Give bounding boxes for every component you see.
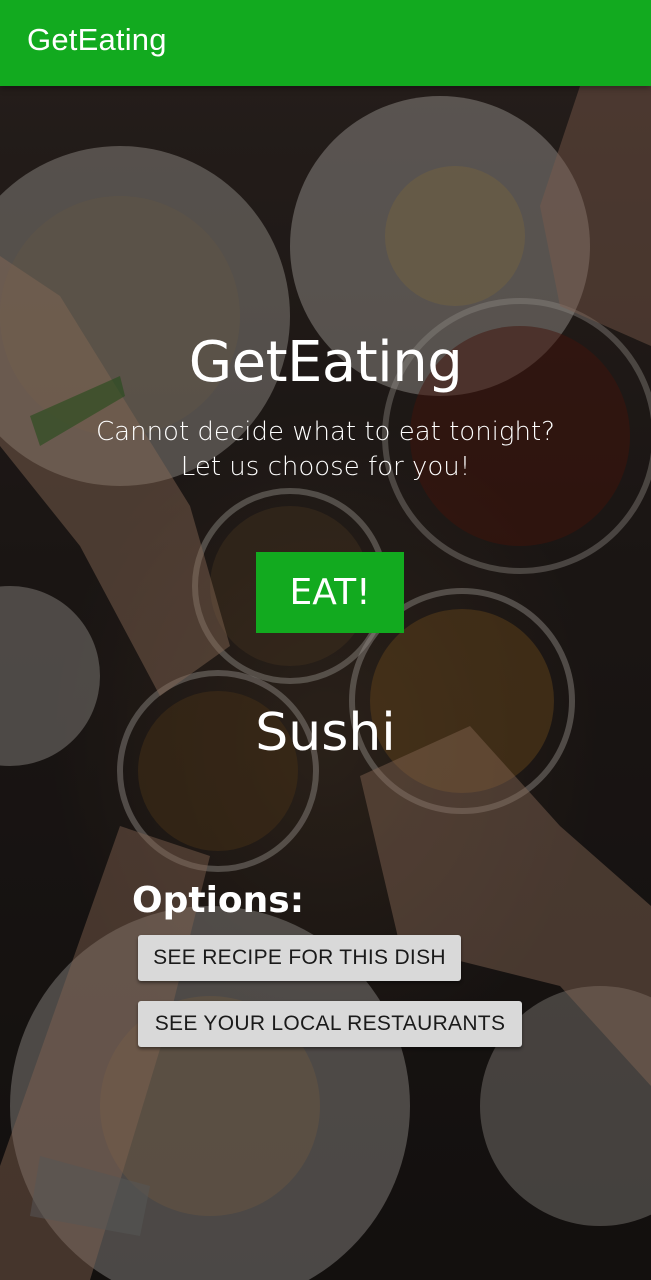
- eat-button[interactable]: EAT!: [256, 552, 404, 633]
- see-recipe-button[interactable]: SEE RECIPE FOR THIS DISH: [138, 935, 461, 981]
- main-content: GetEating Cannot decide what to eat toni…: [0, 0, 651, 1280]
- options-heading: Options:: [132, 880, 305, 921]
- tagline-line-1: Cannot decide what to eat tonight?: [96, 417, 555, 447]
- hero-title: GetEating: [188, 330, 463, 395]
- see-restaurants-button[interactable]: SEE YOUR LOCAL RESTAURANTS: [138, 1001, 522, 1047]
- app-bar-title: GetEating: [27, 22, 167, 57]
- result-dish: Sushi: [255, 703, 396, 763]
- tagline-line-2: Let us choose for you!: [180, 452, 471, 482]
- app-bar: GetEating: [0, 0, 651, 86]
